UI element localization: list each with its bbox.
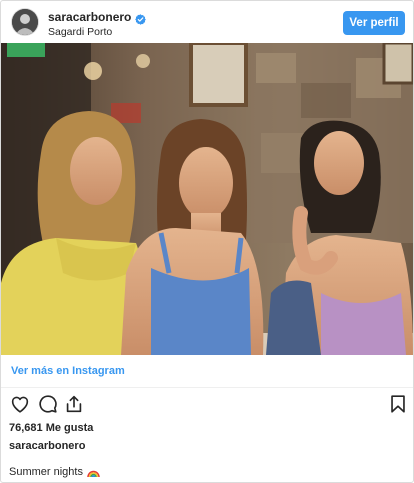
user-block: saracarbonero Sagardi Porto (48, 10, 147, 38)
comment-bubble-icon[interactable] (37, 393, 59, 415)
username[interactable]: saracarbonero (48, 10, 131, 24)
like-count[interactable]: 76,681 Me gusta (9, 422, 93, 434)
location-link[interactable]: Sagardi Porto (48, 26, 146, 38)
bookmark-icon[interactable] (387, 393, 409, 415)
caption-author[interactable]: saracarbonero (9, 440, 85, 452)
heart-icon[interactable] (9, 393, 31, 415)
rainbow-emoji-icon (87, 467, 100, 478)
avatar[interactable] (12, 9, 38, 35)
view-profile-button[interactable]: Ver perfil (343, 11, 405, 35)
view-more-bar: Ver más en Instagram (1, 355, 413, 388)
instagram-embed-card: saracarbonero Sagardi Porto Ver perfil V… (0, 0, 414, 483)
post-header: saracarbonero Sagardi Porto Ver perfil (1, 1, 413, 43)
caption-row: Summer nights (9, 466, 100, 478)
verified-badge-icon (135, 12, 147, 25)
username-row: saracarbonero (48, 10, 147, 25)
share-upload-icon[interactable] (63, 393, 85, 415)
action-bar (1, 391, 413, 419)
view-more-link[interactable]: Ver más en Instagram (11, 365, 125, 377)
caption-text: Summer nights (9, 466, 83, 478)
post-photo[interactable] (1, 43, 413, 355)
